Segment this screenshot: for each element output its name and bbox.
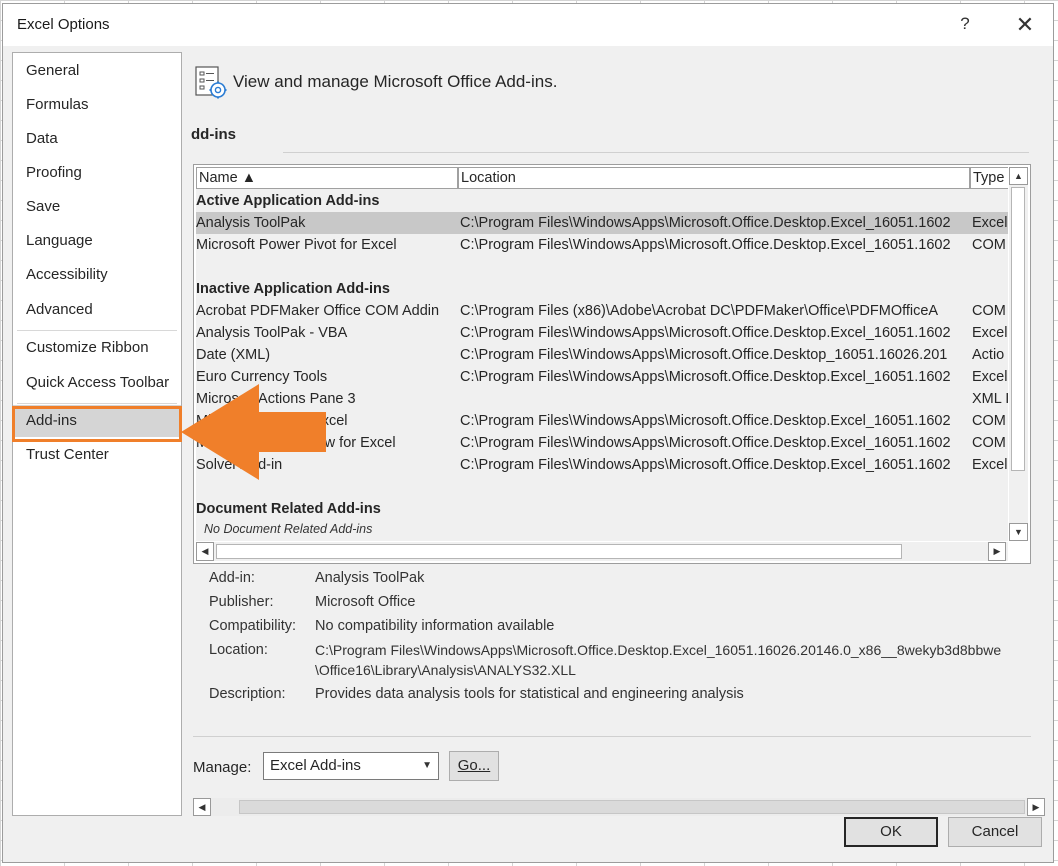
addin-location: C:\Program Files (x86)\Adobe\Acrobat DC\…: [460, 303, 939, 319]
table-row[interactable]: Analysis ToolPak - VBA C:\Program Files\…: [196, 322, 1008, 344]
addin-type: Actio: [972, 347, 1005, 363]
description-value: Provides data analysis tools for statist…: [315, 686, 744, 702]
chevron-down-icon: ▼: [422, 760, 432, 771]
addin-location: C:\Program Files\WindowsApps\Microsoft.O…: [460, 413, 951, 429]
section-title: dd-ins: [191, 126, 236, 143]
sidebar-item-advanced[interactable]: Advanced: [13, 294, 181, 326]
addin-location: C:\Program Files\WindowsApps\Microsoft.O…: [460, 237, 951, 253]
addin-type: COM: [972, 303, 1006, 319]
sidebar-item-data[interactable]: Data: [13, 123, 181, 155]
ok-button[interactable]: OK: [844, 817, 938, 847]
location-value-continued: \Office16\Library\Analysis\ANALYS32.XLL: [315, 662, 576, 678]
sidebar-divider: [17, 330, 177, 331]
sidebar-item-proofing[interactable]: Proofing: [13, 157, 181, 189]
scroll-right-icon[interactable]: ▶: [988, 542, 1006, 561]
scroll-thumb[interactable]: [239, 800, 1025, 814]
group-header-active: Active Application Add-ins: [196, 193, 380, 209]
addin-type: Excel: [972, 457, 1008, 473]
addin-value: Analysis ToolPak: [315, 570, 425, 586]
addin-type: Excel: [972, 325, 1008, 341]
compatibility-value: No compatibility information available: [315, 618, 555, 634]
addin-type: Excel: [972, 215, 1008, 231]
compatibility-label: Compatibility:: [209, 618, 297, 634]
addin-location: C:\Program Files\WindowsApps\Microsoft.O…: [460, 215, 951, 231]
scroll-thumb[interactable]: [1011, 187, 1025, 471]
addin-name: Microsoft Power Pivot for Excel: [196, 237, 397, 253]
manage-divider: [193, 736, 1031, 737]
column-header-location[interactable]: Location: [458, 167, 970, 189]
addin-name: Analysis ToolPak: [196, 215, 306, 231]
section-divider: [283, 152, 1029, 153]
addin-location: C:\Program Files\WindowsApps\Microsoft.O…: [460, 325, 951, 341]
manage-dropdown-value: Excel Add-ins: [270, 757, 361, 774]
publisher-value: Microsoft Office: [315, 594, 416, 610]
title-bar: Excel Options ? ✕: [3, 4, 1053, 46]
addin-type: XML I: [972, 391, 1008, 407]
list-horizontal-scrollbar[interactable]: ◀ ▶: [196, 542, 1008, 561]
column-header-name[interactable]: Name ▲: [196, 167, 458, 189]
sidebar-item-save[interactable]: Save: [13, 191, 181, 223]
add-ins-highlight-box: [12, 406, 182, 442]
addin-name: Acrobat PDFMaker Office COM Addin: [196, 303, 440, 319]
excel-options-dialog: Excel Options ? ✕ General Formulas Data …: [2, 3, 1054, 863]
publisher-label: Publisher:: [209, 594, 274, 610]
addin-type: COM: [972, 435, 1006, 451]
help-button[interactable]: ?: [953, 14, 977, 38]
table-row[interactable]: Date (XML) C:\Program Files\WindowsApps\…: [196, 344, 1008, 366]
scroll-thumb[interactable]: [216, 544, 902, 559]
column-header-type[interactable]: Type: [970, 167, 1008, 189]
sidebar-item-language[interactable]: Language: [13, 225, 181, 257]
panel-horizontal-scrollbar[interactable]: ◀ ▶: [193, 798, 1045, 816]
scroll-left-icon[interactable]: ◀: [196, 542, 214, 561]
sidebar-item-customize-ribbon[interactable]: Customize Ribbon: [13, 332, 181, 364]
addin-name: Date (XML): [196, 347, 271, 363]
sidebar-divider: [17, 403, 177, 404]
cancel-button[interactable]: Cancel: [948, 817, 1042, 847]
addin-location: C:\Program Files\WindowsApps\Microsoft.O…: [460, 457, 951, 473]
addin-location: C:\Program Files\WindowsApps\Microsoft.O…: [460, 369, 951, 385]
scroll-down-icon[interactable]: ▼: [1009, 523, 1028, 541]
close-button[interactable]: ✕: [1011, 12, 1039, 38]
list-vertical-scrollbar[interactable]: ▲ ▼: [1009, 167, 1028, 541]
panel-header: View and manage Microsoft Office Add-ins…: [233, 72, 558, 91]
table-row[interactable]: Analysis ToolPak C:\Program Files\Window…: [196, 212, 1008, 234]
annotation-arrow-icon: [181, 384, 326, 480]
addin-location: C:\Program Files\WindowsApps\Microsoft.O…: [460, 435, 951, 451]
scroll-left-icon[interactable]: ◀: [193, 798, 211, 816]
manage-label: Manage:: [193, 759, 252, 776]
addin-label: Add-in:: [209, 570, 255, 586]
addin-name: Analysis ToolPak - VBA: [196, 325, 348, 341]
sidebar-item-quick-access-toolbar[interactable]: Quick Access Toolbar: [13, 367, 181, 399]
group-header-document: Document Related Add-ins: [196, 501, 381, 517]
sidebar-item-general[interactable]: General: [13, 55, 181, 87]
description-label: Description:: [209, 686, 286, 702]
empty-group-note: No Document Related Add-ins: [204, 522, 373, 536]
add-ins-list-content: Name ▲ Location Type Active Application …: [196, 167, 1008, 541]
dialog-title: Excel Options: [17, 16, 110, 33]
group-header-inactive: Inactive Application Add-ins: [196, 281, 390, 297]
sidebar-item-accessibility[interactable]: Accessibility: [13, 259, 181, 291]
table-row[interactable]: Acrobat PDFMaker Office COM Addin C:\Pro…: [196, 300, 1008, 322]
add-ins-list[interactable]: Name ▲ Location Type Active Application …: [193, 164, 1031, 564]
addin-type: COM: [972, 237, 1006, 253]
go-button[interactable]: Go...: [449, 751, 499, 781]
manage-dropdown[interactable]: Excel Add-ins ▼: [263, 752, 439, 780]
addin-type: COM: [972, 413, 1006, 429]
addins-settings-icon: [195, 66, 227, 99]
scroll-right-icon[interactable]: ▶: [1027, 798, 1045, 816]
scroll-up-icon[interactable]: ▲: [1009, 167, 1028, 185]
sidebar-item-formulas[interactable]: Formulas: [13, 89, 181, 121]
location-label: Location:: [209, 642, 268, 658]
addin-location: C:\Program Files\WindowsApps\Microsoft.O…: [460, 347, 948, 363]
location-value: C:\Program Files\WindowsApps\Microsoft.O…: [315, 642, 1002, 658]
addin-type: Excel: [972, 369, 1008, 385]
sidebar-item-trust-center[interactable]: Trust Center: [13, 439, 181, 471]
table-row[interactable]: Microsoft Power Pivot for Excel C:\Progr…: [196, 234, 1008, 256]
